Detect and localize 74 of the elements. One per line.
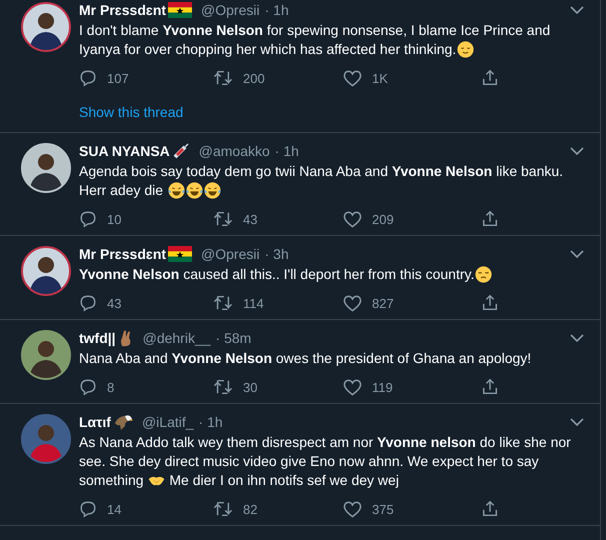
user-handle[interactable]: @amoakko [198,143,270,159]
reply-icon[interactable] [79,69,97,87]
heart-icon[interactable] [343,294,362,312]
retweet-icon[interactable] [213,210,233,228]
retweet-count: 82 [243,502,258,516]
retweet-icon[interactable] [213,69,233,87]
user-name[interactable]: Mr Prɛssdɛnt [79,2,166,18]
reply-icon[interactable] [79,210,97,228]
reply-count: 43 [107,296,122,310]
caret-icon[interactable] [570,334,584,342]
retweet-count: 114 [243,296,264,310]
flag-icon [168,246,192,262]
like-count: 119 [372,380,393,394]
retweet-icon[interactable] [213,294,233,312]
tweet-text: Nana Aba and Yvonne Nelson owes the president of Ghana an apology! [79,349,532,368]
like-count: 375 [372,502,394,516]
avatar-icon[interactable] [21,143,71,193]
like-count: 1K [372,70,388,86]
laughing-face-icon [204,182,221,199]
heart-icon[interactable] [343,210,362,228]
user-handle[interactable]: @Opresii [201,246,260,262]
like-count: 209 [372,212,394,226]
share-icon[interactable] [481,500,499,518]
heart-icon[interactable] [343,378,362,396]
heart-icon[interactable] [343,500,362,518]
retweet-count: 200 [243,70,265,86]
tweet-text: I don't blame Yvonne Nelson for spewing nonsense, I blame Ice Prince and Iyanya for over chopping her which has affected her thinking. [79,21,552,59]
share-icon[interactable] [481,210,499,228]
avatar-icon[interactable] [21,330,71,380]
flag-icon [168,2,192,18]
reply-count: 14 [107,502,122,516]
heart-icon[interactable] [343,70,362,86]
caret-icon[interactable] [570,418,584,426]
retweet-count: 43 [243,212,258,226]
tweet-text: Agenda bois say today dem go twii Nana Aba and Yvonne Nelson like banku. Herr adey die [79,162,564,200]
user-name[interactable]: twfd|| [79,330,116,346]
show-thread-link[interactable]: Show this thread [79,104,588,120]
user-handle[interactable]: @iLatif_ [142,414,194,430]
caret-icon[interactable] [570,147,584,155]
user-name[interactable]: SUA NYANSA [79,143,170,159]
like-count: 827 [372,296,394,310]
reply-count: 10 [107,212,122,226]
tweet-text: As Nana Addo talk wey them disrespect am nor Yvonne nelson do like she nor see. She dey direct music video give Eno now ahnn. We expect her to say something Me dier I on ihn notifs sef we dey wej [79,433,572,490]
user-name[interactable]: Mr Prɛssdɛnt [79,246,166,262]
caret-icon[interactable] [570,250,584,258]
tweet-text: Yvonne Nelson caused all this.. I'll deport her from this country. [79,265,588,284]
user-handle[interactable]: @Opresii [201,2,260,18]
timestamp[interactable]: · 3h [264,246,289,262]
timestamp[interactable]: · 58m [216,330,252,346]
timestamp[interactable]: · 1h [198,414,223,430]
reply-icon[interactable] [79,294,97,312]
retweet-icon[interactable] [213,500,233,518]
timestamp[interactable]: · 1h [264,2,289,18]
share-icon[interactable] [481,294,499,312]
syringe-icon [172,142,190,160]
eagle-icon [112,413,133,431]
smiling-face-icon [457,41,474,58]
laughing-face-icon [168,182,185,199]
reply-count: 107 [107,70,129,86]
retweet-icon[interactable] [213,378,233,396]
user-handle[interactable]: @dehrik__ [142,330,211,346]
share-icon[interactable] [481,378,499,396]
laughing-face-icon [186,182,203,199]
avatar-icon[interactable] [21,246,71,296]
reply-icon[interactable] [79,500,97,518]
caret-icon[interactable] [570,6,584,14]
share-icon[interactable] [481,69,499,87]
reply-icon[interactable] [79,378,97,396]
avatar-icon[interactable] [21,2,71,52]
user-name[interactable]: Lατιf [79,414,111,430]
reply-count: 8 [107,380,114,394]
timestamp[interactable]: · 1h [274,143,299,159]
retweet-count: 30 [243,380,258,394]
unamused-face-icon [475,266,492,283]
